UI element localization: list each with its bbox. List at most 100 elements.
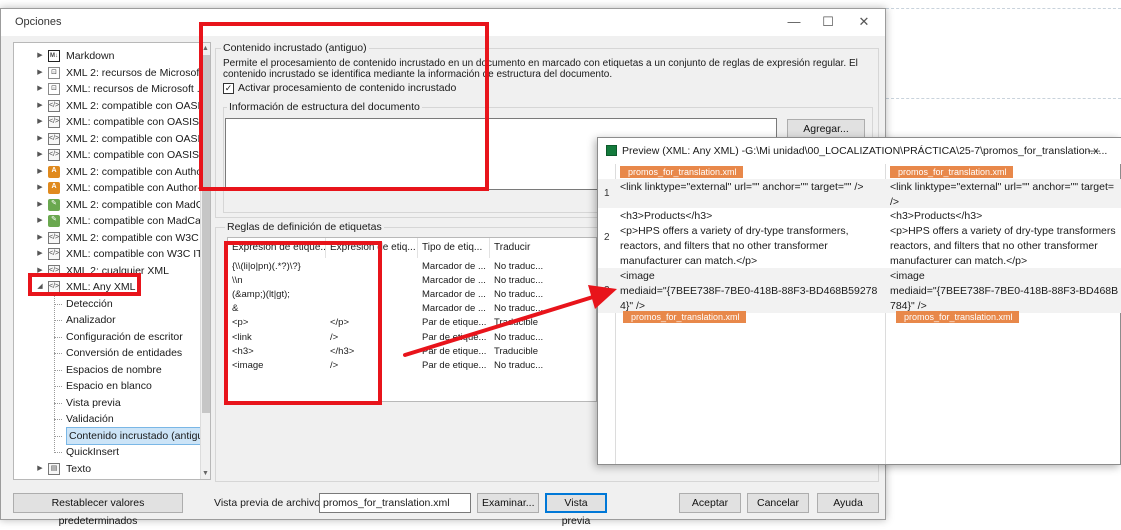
xml-ms-icon: ⊡ (48, 66, 60, 79)
xml-icon: </> (48, 149, 60, 161)
tree-connector (54, 386, 62, 387)
tree-item-label: XML: compatible con OASIS DI (66, 116, 211, 128)
xml-icon: </> (48, 132, 60, 145)
tree-child-label: Analizador (66, 314, 116, 326)
tree-item[interactable]: ▶ A XML 2: compatible con Author- (14, 164, 209, 180)
collapsed-arrow-icon[interactable]: ▶ (36, 65, 44, 81)
tree-item[interactable]: ▶ ✎ XML: compatible con MadCap (14, 213, 207, 229)
tree-child-item[interactable]: QuickInsert (14, 444, 199, 460)
collapsed-arrow-icon[interactable]: ▶ (36, 81, 44, 97)
browse-button[interactable]: Examinar... (477, 493, 539, 513)
maximize-button[interactable]: ☐ (813, 13, 843, 31)
tree-item[interactable]: ▶ </> XML 2: compatible con OASIS (14, 98, 207, 114)
segment-target-line[interactable]: <link linktype="external" url="" anchor=… (890, 180, 1114, 195)
source-file-tag-bottom: promos_for_translation.xml (623, 311, 746, 323)
tree-child-item[interactable]: Configuración de escritor (14, 329, 199, 345)
collapsed-arrow-icon[interactable]: ▶ (36, 48, 44, 64)
preview-window: Preview (XML: Any XML) -G:\Mi unidad\00_… (597, 137, 1121, 465)
collapsed-arrow-icon[interactable]: ▶ (36, 246, 44, 262)
tree-child-label: Validación (66, 413, 114, 425)
tree-item[interactable]: ▶ </> XML 2: compatible con OASIS (14, 131, 207, 147)
segment-target-line[interactable]: reactors, and filters that no other tran… (890, 239, 1098, 254)
minimize-button[interactable]: — (779, 13, 809, 31)
collapsed-arrow-icon[interactable]: ▶ (36, 147, 44, 163)
tree-item[interactable]: ▶ ⊡ XML: recursos de Microsoft .NE (14, 81, 210, 97)
xml-icon: </> (48, 231, 60, 244)
text-icon: ▤ (48, 462, 60, 475)
ok-button[interactable]: Aceptar (679, 493, 741, 513)
collapsed-arrow-icon[interactable]: ▶ (36, 213, 44, 229)
column-header-tag-type[interactable]: Tipo de etiq... (418, 238, 490, 258)
collapsed-arrow-icon[interactable]: ▶ (36, 180, 44, 196)
tree-child-item[interactable]: Contenido incrustado (antiguo) (14, 426, 210, 445)
preview-titlebar: Preview (XML: Any XML) -G:\Mi unidad\00_… (598, 138, 1121, 164)
tree-item[interactable]: ▶ </> XML: compatible con OASIS Do (14, 147, 210, 163)
tree-child-label: Configuración de escritor (66, 330, 183, 343)
reset-defaults-button[interactable]: Restablecer valores predeterminados (13, 493, 183, 527)
segment-number: 1 (604, 187, 610, 199)
add-button[interactable]: Agregar... (787, 119, 865, 139)
source-file-tag-top: promos_for_translation.xml (620, 166, 743, 178)
tree-child-item[interactable]: Espacio en blanco (14, 378, 199, 394)
tree-child-label: Espacios de nombre (66, 363, 162, 376)
segment-source-line[interactable]: <link linktype="external" url="" anchor=… (620, 180, 863, 195)
segment-source-line[interactable]: manufacturer can match.</p> (620, 254, 757, 269)
collapsed-arrow-icon[interactable]: ▶ (36, 114, 44, 130)
tree-child-item[interactable]: Analizador (14, 312, 199, 328)
cancel-button[interactable]: Cancelar (747, 493, 809, 513)
preview-file-label: Vista previa de archivo: (214, 497, 323, 509)
help-button[interactable]: Ayuda (817, 493, 879, 513)
tree-item-label: XML 2: compatible con MadCa (66, 198, 210, 211)
tree-list: ▶ M↓ Markdown ▶ ⊡ XML 2: recursos de Microsof… (14, 43, 210, 479)
collapsed-arrow-icon[interactable]: ▶ (36, 131, 44, 147)
segment-source-line[interactable]: <p>HPS offers a variety of dry-type tran… (620, 224, 849, 239)
preview-minimize-button[interactable]: — (1088, 143, 1100, 157)
tree-child-label: QuickInsert (66, 446, 120, 458)
tree-item-label: XML: compatible con OASIS Do (66, 149, 211, 161)
options-tree[interactable]: ▶ M↓ Markdown ▶ ⊡ XML 2: recursos de Microsof… (13, 42, 211, 480)
column-header-translate[interactable]: Traducir (490, 238, 596, 258)
collapsed-arrow-icon[interactable]: ▶ (36, 164, 44, 180)
tree-item[interactable]: ▶ </> XML: compatible con OASIS DI (14, 114, 210, 130)
tree-item-label: XML 2: compatible con OASIS (66, 132, 208, 145)
tree-connector (54, 435, 62, 437)
segment-target-line[interactable]: <image (890, 269, 925, 284)
background-dashed-line (886, 8, 1121, 9)
tree-item[interactable]: ▶ ✎ XML 2: compatible con MadCa (14, 197, 209, 213)
segment-source-line[interactable]: <h3>Products</h3> (620, 209, 712, 224)
tree-child-item[interactable]: Espacios de nombre (14, 362, 199, 378)
segment-target-line[interactable]: <p>HPS offers a variety of dry-type tran… (890, 224, 1116, 239)
tree-item[interactable]: ▶ </> XML: compatible con W3C ITS (14, 246, 210, 262)
tag-rules-title: Reglas de definición de etiquetas (225, 221, 384, 233)
segment-source-line[interactable]: mediaid="{7BEE738F-7BE0-418B-88F3-BD468B… (620, 284, 877, 299)
collapsed-arrow-icon[interactable]: ▶ (36, 230, 44, 246)
tree-connector (54, 369, 62, 371)
tree-item[interactable]: ▶ M↓ Markdown (14, 48, 199, 64)
scroll-down-icon[interactable]: ▼ (200, 468, 210, 479)
tree-child-item[interactable]: Vista previa (14, 395, 199, 411)
collapsed-arrow-icon[interactable]: ▶ (36, 197, 44, 213)
tree-connector (54, 402, 62, 404)
collapsed-arrow-icon[interactable]: ▶ (36, 98, 44, 114)
tree-item[interactable]: ▶ </> XML 2: compatible con W3C IT (14, 230, 210, 246)
segment-source-line[interactable]: reactors, and filters that no other tran… (620, 239, 828, 254)
segment-target-line[interactable]: mediaid="{7BEE738F-7BE0-418B-88F3-BD468B (890, 284, 1118, 299)
table-cell-translate: No traduc... (494, 261, 544, 272)
close-button[interactable]: ✕ (849, 13, 879, 31)
annotation-box-embedded-content (199, 22, 489, 191)
segment-target-line[interactable]: manufacturer can match.</p> (890, 254, 1027, 269)
collapsed-arrow-icon[interactable]: ▶ (36, 461, 44, 477)
tree-item[interactable]: ▶ A XML: compatible con Author-it (14, 180, 206, 196)
tree-connector (54, 452, 62, 453)
preview-body[interactable]: promos_for_translation.xml promos_for_tra… (598, 164, 1121, 464)
preview-button[interactable]: Vista previa (545, 493, 607, 527)
madcap-icon: ✎ (48, 198, 60, 211)
tree-child-item[interactable]: Validación (14, 411, 199, 427)
tree-child-item[interactable]: Conversión de entidades (14, 345, 199, 361)
tree-connector (54, 320, 62, 321)
segment-target-line[interactable]: <h3>Products</h3> (890, 209, 982, 224)
tree-item[interactable]: ▶ ⊡ XML 2: recursos de Microsoft . (14, 65, 208, 81)
tree-item[interactable]: ▶ ▤ Texto (14, 461, 199, 477)
preview-file-input[interactable]: promos_for_translation.xml (319, 493, 471, 513)
tree-child-item[interactable]: Detección (14, 296, 199, 312)
